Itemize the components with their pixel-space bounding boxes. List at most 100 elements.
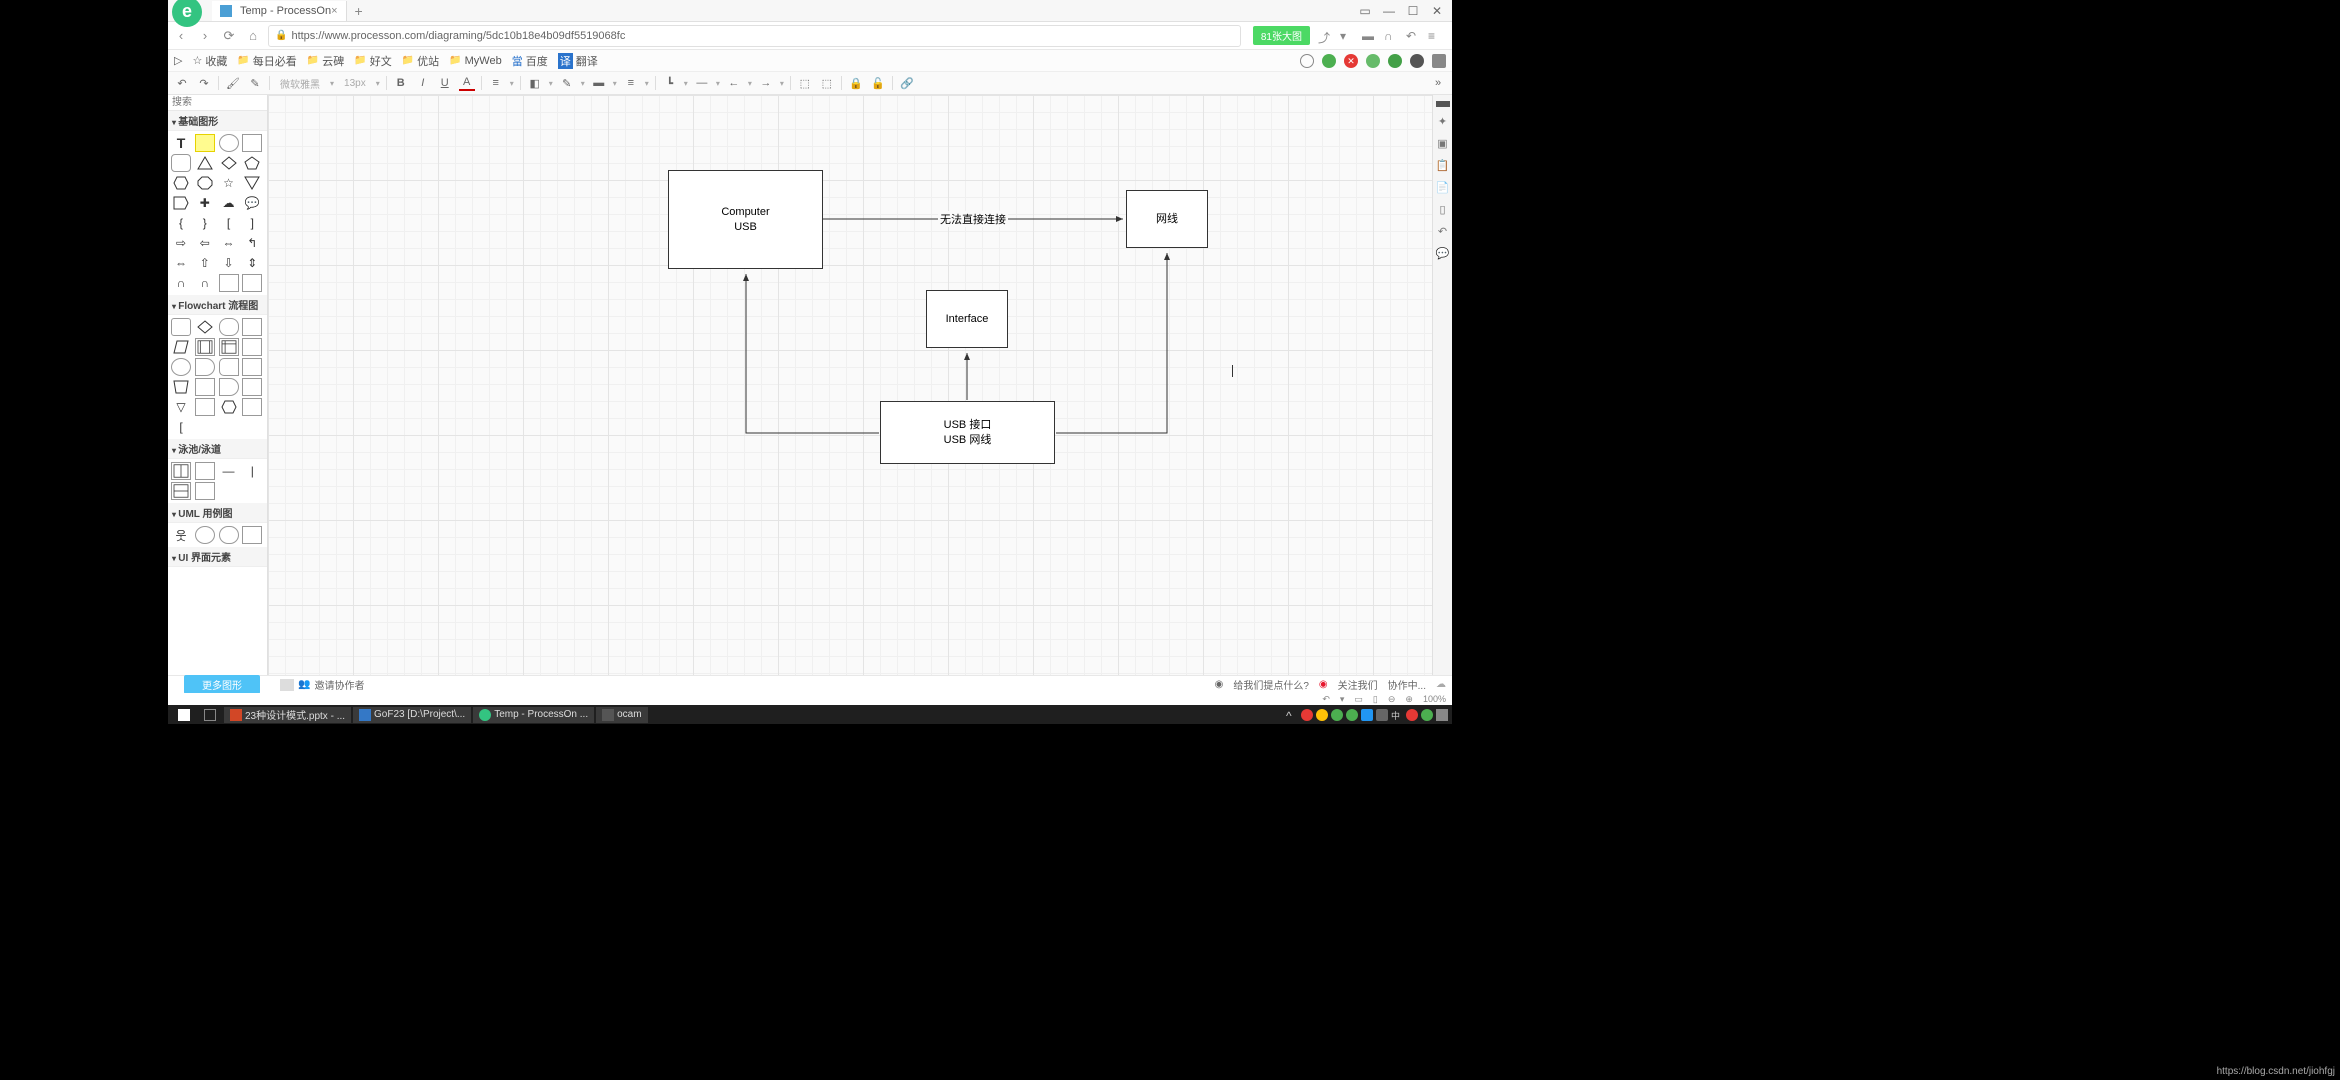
shape-arrow-ud[interactable]: ⇕ xyxy=(242,254,262,272)
format-painter-button[interactable]: 🖌 xyxy=(225,75,241,91)
italic-button[interactable]: I xyxy=(415,75,431,91)
bookmark-translate[interactable]: 译翻译 xyxy=(558,53,598,69)
fc-merge[interactable]: ▽ xyxy=(171,398,191,416)
category-ui[interactable]: UI 界面元素 xyxy=(168,547,267,567)
zoom-mode-icon[interactable]: ▾ xyxy=(1340,694,1345,705)
shape-plus[interactable]: ✚ xyxy=(195,194,215,212)
address-bar[interactable]: 🔒 https://www.processon.com/diagraming/5… xyxy=(268,25,1241,47)
minimize-button[interactable]: — xyxy=(1382,4,1396,18)
shape-diamond[interactable] xyxy=(219,154,239,172)
sl-hline[interactable]: — xyxy=(219,462,239,480)
shape-rect3[interactable] xyxy=(242,274,262,292)
home-button[interactable]: ⌂ xyxy=(244,27,262,45)
shape-circle[interactable] xyxy=(219,134,239,152)
headphone-icon[interactable]: ∩ xyxy=(1384,29,1398,43)
shape-arrow-down[interactable]: ⇩ xyxy=(219,254,239,272)
line-color-button[interactable]: ✎ xyxy=(559,75,575,91)
page-icon[interactable]: 📄 xyxy=(1436,181,1450,195)
tray-icon-1[interactable] xyxy=(1301,709,1313,721)
canvas-preview-icon[interactable] xyxy=(280,679,294,691)
shape-flag[interactable] xyxy=(171,194,191,212)
fc-process[interactable] xyxy=(171,318,191,336)
bookmark-myweb[interactable]: 📁MyWeb xyxy=(449,55,502,67)
category-uml[interactable]: UML 用例图 xyxy=(168,503,267,523)
shape-rect[interactable] xyxy=(242,134,262,152)
follow-text[interactable]: 关注我们 xyxy=(1338,677,1378,692)
tray-icon-6[interactable] xyxy=(1376,709,1388,721)
send-back-button[interactable]: ⬚ xyxy=(819,75,835,91)
zoom-level[interactable]: 100% xyxy=(1423,694,1446,704)
font-size-select[interactable]: 13px xyxy=(340,78,370,89)
theme-icon[interactable]: ▣ xyxy=(1436,137,1450,151)
fc-loop[interactable] xyxy=(242,378,262,396)
arrow-end-button[interactable]: → xyxy=(758,75,774,91)
edge-label[interactable]: 无法直接连接 xyxy=(938,211,1008,227)
blank-page-icon[interactable]: ▯ xyxy=(1436,203,1450,217)
tray-icon-7[interactable] xyxy=(1406,709,1418,721)
start-button[interactable] xyxy=(172,707,196,723)
ext-icon-3[interactable]: ✕ xyxy=(1344,54,1358,68)
bold-button[interactable]: B xyxy=(393,75,409,91)
fc-bracket[interactable]: [ xyxy=(171,418,191,436)
tray-ime-icon[interactable]: 中 xyxy=(1391,709,1403,721)
fc-connector[interactable] xyxy=(171,358,191,376)
zoom-out-icon[interactable]: ↶ xyxy=(1322,694,1330,705)
ext-icon-2[interactable] xyxy=(1322,54,1336,68)
canvas[interactable]: Computer USB 网线 Interface USB 接口 USB 网线 xyxy=(268,95,1452,695)
expand-toolbar-button[interactable]: » xyxy=(1430,75,1446,91)
fc-collate[interactable] xyxy=(195,398,215,416)
shape-arc2[interactable]: ∩ xyxy=(195,274,215,292)
tray-icon-9[interactable] xyxy=(1436,709,1448,721)
navigator-icon[interactable]: ✦ xyxy=(1436,115,1450,129)
maximize-button[interactable]: ☐ xyxy=(1406,4,1420,18)
fc-terminator[interactable] xyxy=(219,318,239,336)
lock-button[interactable]: 🔒 xyxy=(848,75,864,91)
unlock-button[interactable]: 🔓 xyxy=(870,75,886,91)
chevron-down-icon[interactable]: ▾ xyxy=(1340,29,1354,43)
feedback-icon[interactable]: ◉ xyxy=(1215,679,1224,690)
ext-icon-6[interactable] xyxy=(1410,54,1424,68)
fc-card[interactable] xyxy=(195,378,215,396)
bookmark-sites[interactable]: 📁优站 xyxy=(402,53,439,69)
history-icon[interactable]: ↶ xyxy=(1406,29,1420,43)
undo-button[interactable]: ↶ xyxy=(174,75,190,91)
weibo-icon[interactable]: ◉ xyxy=(1319,679,1328,690)
font-color-button[interactable]: A xyxy=(459,75,475,91)
fc-display[interactable] xyxy=(219,378,239,396)
category-swimlane[interactable]: 泳池/泳道 xyxy=(168,439,267,459)
task-view-button[interactable] xyxy=(198,707,222,723)
sl-vline[interactable]: | xyxy=(242,462,262,480)
ext-icon-4[interactable] xyxy=(1366,54,1380,68)
shape-arrow-bi[interactable]: ⇔ xyxy=(171,254,191,272)
uml-oval[interactable] xyxy=(219,526,239,544)
tray-icon-2[interactable] xyxy=(1316,709,1328,721)
underline-button[interactable]: U xyxy=(437,75,453,91)
shape-rounded-rect[interactable] xyxy=(171,154,191,172)
more-shapes-button[interactable]: 更多图形 xyxy=(184,675,260,694)
tray-icon-4[interactable] xyxy=(1346,709,1358,721)
line-pattern-button[interactable]: — xyxy=(694,75,710,91)
bookmark-star[interactable]: ☆收藏 xyxy=(192,53,227,69)
new-tab-button[interactable]: + xyxy=(347,3,371,19)
shape-callout[interactable]: 💬 xyxy=(242,194,262,212)
minus-icon[interactable]: ⊖ xyxy=(1388,694,1396,705)
sl-vlane[interactable] xyxy=(195,462,215,480)
bookmark-articles[interactable]: 📁好文 xyxy=(354,53,391,69)
shape-hexagon[interactable] xyxy=(171,174,191,192)
shape-star[interactable]: ☆ xyxy=(219,174,239,192)
shape-brace-r[interactable]: } xyxy=(195,214,215,232)
tray-icon-8[interactable] xyxy=(1421,709,1433,721)
menu-icon[interactable]: ≡ xyxy=(1428,29,1442,43)
line-style-button[interactable]: ≡ xyxy=(623,75,639,91)
tray-icon-5[interactable] xyxy=(1361,709,1373,721)
arrow-start-button[interactable]: ← xyxy=(726,75,742,91)
fill-color-button[interactable]: ◧ xyxy=(527,75,543,91)
bookmark-baidu[interactable]: 當百度 xyxy=(512,53,548,69)
shape-bracket-l[interactable]: [ xyxy=(219,214,239,232)
fc-rect[interactable] xyxy=(242,318,262,336)
taskbar-item-ide[interactable]: GoF23 [D:\Project\... xyxy=(353,707,471,723)
shape-rect2[interactable] xyxy=(219,274,239,292)
share-icon[interactable]: ⤴ xyxy=(1318,29,1332,43)
zoom-reset-icon[interactable]: ▭ xyxy=(1354,694,1363,705)
browser-tab[interactable]: Temp - ProcessOn × xyxy=(212,1,347,21)
